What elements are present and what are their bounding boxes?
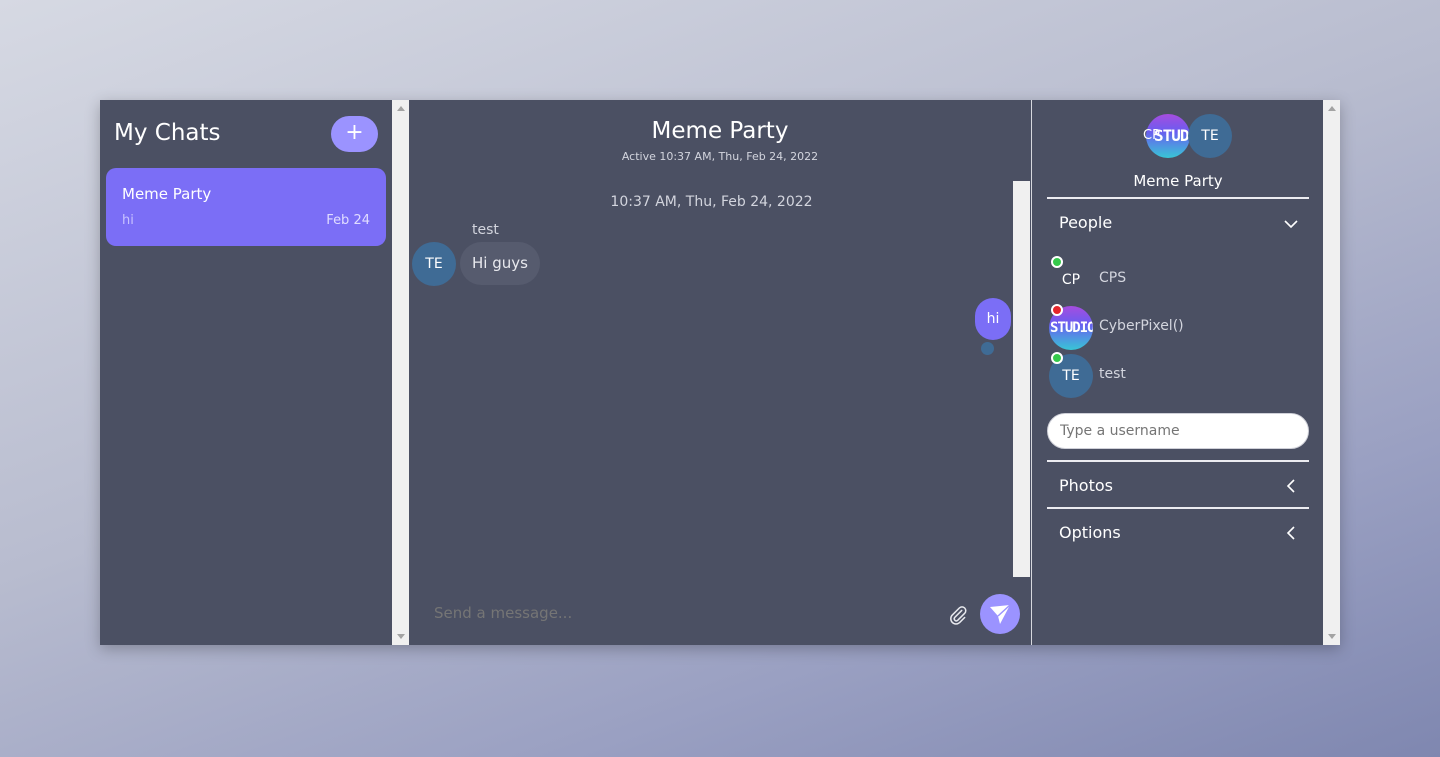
chat-card-last-message: hi bbox=[122, 213, 134, 228]
avatar: TE bbox=[412, 242, 456, 286]
scroll-down-icon[interactable] bbox=[397, 634, 405, 639]
message-scrollbar[interactable] bbox=[1013, 181, 1030, 577]
offline-status-icon bbox=[1051, 304, 1063, 316]
divider bbox=[1047, 197, 1309, 199]
online-status-icon bbox=[1051, 352, 1063, 364]
message-input[interactable] bbox=[434, 604, 914, 622]
date-separator: 10:37 AM, Thu, Feb 24, 2022 bbox=[610, 194, 813, 210]
online-status-icon bbox=[1051, 256, 1063, 268]
send-icon bbox=[990, 604, 1011, 624]
details-scrollbar[interactable] bbox=[1323, 100, 1340, 645]
divider bbox=[1047, 507, 1309, 509]
read-receipt bbox=[981, 342, 994, 355]
chat-details-title: Meme Party bbox=[1133, 172, 1223, 190]
chevron-left-icon[interactable] bbox=[1283, 525, 1299, 541]
person-row[interactable]: CP CPS bbox=[1049, 256, 1299, 302]
chat-feed: Meme Party Active 10:37 AM, Thu, Feb 24,… bbox=[410, 100, 1030, 645]
divider bbox=[1047, 460, 1309, 462]
scroll-down-icon[interactable] bbox=[1328, 634, 1336, 639]
person-name: test bbox=[1099, 366, 1126, 382]
scroll-up-icon[interactable] bbox=[397, 106, 405, 111]
person-name: CyberPixel() bbox=[1099, 318, 1184, 334]
send-button[interactable] bbox=[980, 594, 1020, 634]
username-input[interactable] bbox=[1047, 413, 1309, 449]
outgoing-message: hi bbox=[975, 298, 1011, 340]
avatar-initials: CP bbox=[1143, 128, 1160, 143]
paperclip-icon[interactable] bbox=[948, 604, 968, 626]
chat-app: My Chats + Meme Party hi Feb 24 Meme Par… bbox=[100, 100, 1340, 645]
chat-card-name: Meme Party bbox=[122, 185, 212, 203]
avatar: TE bbox=[1188, 114, 1232, 158]
chat-list-title: My Chats bbox=[114, 120, 221, 146]
person-name: CPS bbox=[1099, 270, 1127, 286]
chat-card-date: Feb 24 bbox=[326, 213, 370, 228]
incoming-message: Hi guys bbox=[460, 242, 540, 285]
new-chat-button[interactable]: + bbox=[331, 116, 378, 152]
chat-card[interactable]: Meme Party hi Feb 24 bbox=[106, 168, 386, 246]
person-row[interactable]: STUDIO CyberPixel() bbox=[1049, 304, 1299, 350]
chat-list-panel: My Chats + Meme Party hi Feb 24 bbox=[100, 100, 392, 645]
chevron-left-icon[interactable] bbox=[1283, 478, 1299, 494]
chat-subtitle: Active 10:37 AM, Thu, Feb 24, 2022 bbox=[621, 150, 819, 163]
options-section-label[interactable]: Options bbox=[1059, 523, 1121, 542]
chat-details-panel: STUD CP TE Meme Party People CP CPS STUD… bbox=[1031, 100, 1323, 645]
scroll-up-icon[interactable] bbox=[1328, 106, 1336, 111]
chat-title: Meme Party bbox=[651, 118, 789, 144]
person-row[interactable]: TE test bbox=[1049, 352, 1299, 398]
photos-section-label[interactable]: Photos bbox=[1059, 476, 1113, 495]
chat-list-scrollbar[interactable] bbox=[392, 100, 409, 645]
people-section-label[interactable]: People bbox=[1059, 213, 1112, 232]
message-sender-name: test bbox=[472, 222, 499, 238]
chevron-down-icon[interactable] bbox=[1283, 216, 1299, 232]
